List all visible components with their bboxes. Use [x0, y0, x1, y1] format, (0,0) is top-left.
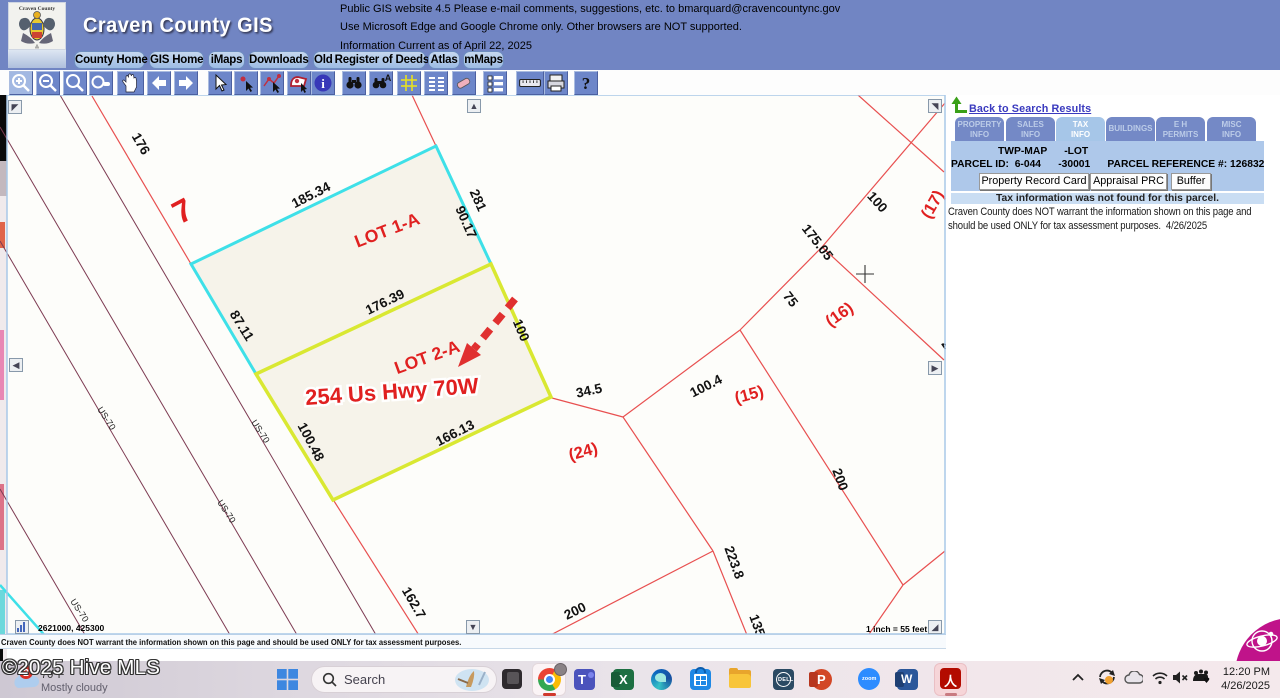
svg-text:A: A: [385, 73, 392, 83]
svg-text:?: ?: [582, 74, 591, 93]
svg-text:⁂: ⁂: [35, 44, 39, 49]
svg-text:i: i: [321, 76, 325, 91]
svg-text:Craven County: Craven County: [19, 6, 55, 12]
